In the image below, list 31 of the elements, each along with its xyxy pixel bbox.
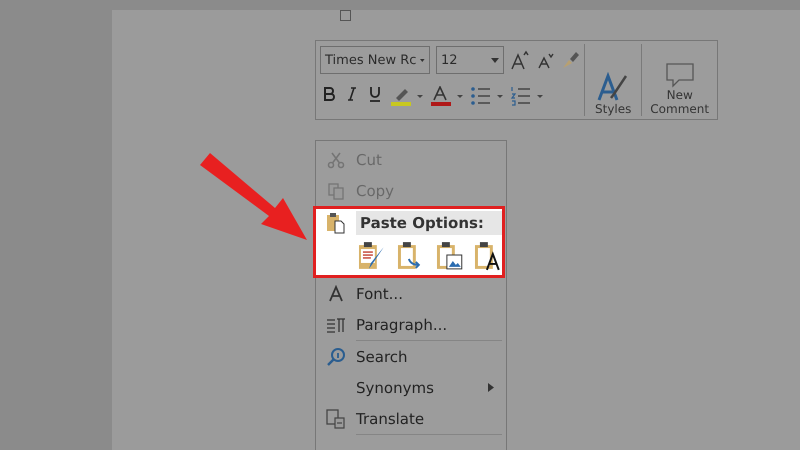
keep-formatting-icon[interactable]: [356, 241, 386, 271]
font-name-field[interactable]: Times New Rc: [320, 46, 430, 74]
submenu-arrow-icon: [488, 383, 494, 392]
comment-icon: [664, 62, 695, 88]
bullets-icon[interactable]: [470, 86, 504, 106]
font-size-field[interactable]: 12: [436, 46, 504, 74]
menu-item[interactable]: Font...: [316, 278, 506, 309]
scissors-icon: [327, 150, 345, 168]
styles-button[interactable]: Styles: [589, 44, 638, 116]
menu-item[interactable]: Synonyms: [316, 372, 506, 403]
menu-item[interactable]: Search: [316, 341, 506, 372]
text-only-icon[interactable]: [472, 241, 502, 271]
page-marker-icon: [340, 10, 351, 21]
letter-a-icon: [328, 284, 344, 302]
paragraph-icon: [326, 316, 346, 332]
dropdown-caret-icon: [420, 58, 425, 62]
shrink-font-icon[interactable]: [536, 51, 554, 69]
menu-item[interactable]: Translate: [316, 403, 506, 434]
font-color-icon[interactable]: [430, 86, 464, 106]
menu-item[interactable]: Paragraph...: [316, 309, 506, 340]
format-painter-icon[interactable]: [560, 50, 580, 70]
highlighter-icon[interactable]: [390, 86, 424, 106]
translate-icon: [326, 408, 346, 428]
dropdown-caret-icon: [491, 58, 499, 62]
paste-options-heading: Paste Options:: [356, 211, 502, 235]
clipboard-icon: [326, 212, 346, 234]
new-comment-button[interactable]: New Comment: [646, 44, 713, 116]
numbering-icon[interactable]: [510, 86, 544, 106]
search-icon: [326, 346, 346, 366]
copy-icon: [327, 182, 345, 200]
grow-font-icon[interactable]: [510, 50, 530, 70]
